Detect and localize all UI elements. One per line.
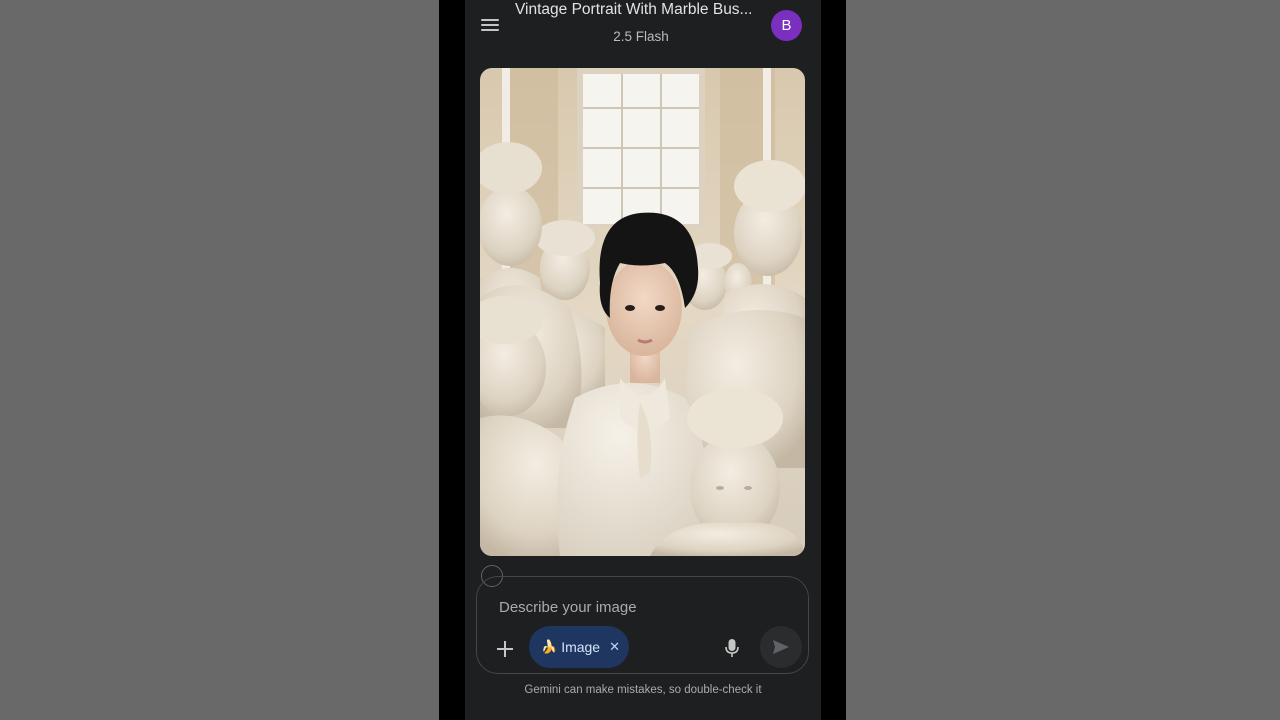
- prompt-input[interactable]: [499, 595, 759, 619]
- portrait-with-marble-busts-image: [480, 68, 805, 556]
- hamburger-menu-icon: [481, 19, 499, 21]
- add-attachment-button[interactable]: [491, 635, 519, 663]
- banana-icon: 🍌: [541, 639, 558, 654]
- prompt-composer: 🍌 Image ✕: [476, 576, 809, 674]
- send-icon: [773, 640, 789, 654]
- generated-image[interactable]: [480, 68, 805, 556]
- send-button[interactable]: [760, 626, 802, 668]
- close-icon[interactable]: ✕: [609, 639, 620, 655]
- disclaimer-text: Gemini can make mistakes, so double-chec…: [524, 684, 762, 696]
- chat-title[interactable]: Vintage Portrait With Marble Bus...: [515, 1, 765, 19]
- account-avatar[interactable]: B: [771, 10, 802, 41]
- microphone-button[interactable]: [721, 635, 743, 661]
- model-label[interactable]: 2.5 Flash: [465, 29, 817, 44]
- chip-label: Image: [561, 639, 601, 655]
- microphone-icon: [725, 639, 739, 657]
- app-screen: Vintage Portrait With Marble Bus... 2.5 …: [465, 0, 821, 720]
- plus-icon: [497, 641, 513, 657]
- image-tool-chip[interactable]: 🍌 Image ✕: [529, 626, 629, 668]
